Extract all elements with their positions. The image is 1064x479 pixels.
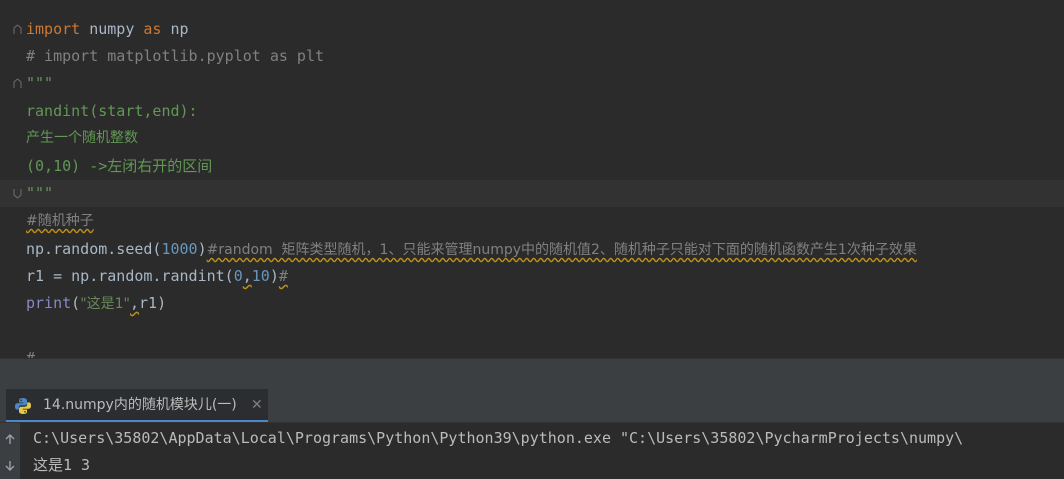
code-text: ) bbox=[157, 294, 167, 312]
number-literal: 0 bbox=[233, 267, 243, 285]
code-text: ( bbox=[71, 294, 81, 312]
keyword: as bbox=[143, 20, 162, 38]
panel-splitter[interactable] bbox=[0, 358, 1064, 390]
close-icon[interactable]: ✕ bbox=[251, 389, 263, 422]
python-icon bbox=[15, 398, 31, 414]
code-line[interactable]: # bbox=[0, 345, 1064, 358]
ide-window: import numpy as np # import matplotlib.p… bbox=[0, 0, 1064, 479]
keyword: import bbox=[26, 20, 81, 38]
comment: #random 矩阵类型随机，1、只能来管理numpy中的随机值2、随机种子只能… bbox=[206, 242, 917, 258]
code-line[interactable]: r1 = np.random.randint(0,10)# bbox=[0, 263, 1064, 290]
comment: #随机种子 bbox=[26, 213, 94, 229]
code-line[interactable]: randint(start,end): bbox=[0, 98, 1064, 125]
scroll-down-icon[interactable] bbox=[3, 459, 17, 473]
code-text: , bbox=[242, 267, 252, 285]
code-line[interactable]: (0,10) ->左闭右开的区间 bbox=[0, 153, 1064, 180]
code-line[interactable]: 产生一个随机整数 bbox=[0, 125, 1064, 152]
run-tab[interactable]: 14.numpy内的随机模块儿(一) ✕ bbox=[6, 389, 268, 422]
run-tool-window-tabs: 14.numpy内的随机模块儿(一) ✕ bbox=[0, 389, 1064, 423]
comment: # bbox=[278, 267, 288, 285]
code-text: np.random.seed( bbox=[26, 240, 162, 258]
comment: # bbox=[26, 349, 36, 358]
code-text: ) bbox=[197, 240, 207, 258]
code-line[interactable]: np.random.seed(1000)#random 矩阵类型随机，1、只能来… bbox=[0, 236, 1064, 263]
number-literal: 1000 bbox=[161, 240, 198, 258]
code-line[interactable]: """ bbox=[0, 70, 1064, 97]
run-console[interactable]: C:\Users\35802\AppData\Local\Programs\Py… bbox=[0, 423, 1064, 479]
number-literal: 10 bbox=[251, 267, 270, 285]
string-literal: "这是1" bbox=[80, 296, 130, 312]
code-line[interactable]: import numpy as np bbox=[0, 16, 1064, 43]
code-text: r1 = np.random.randint( bbox=[26, 267, 234, 285]
code-line[interactable]: print("这是1",r1) bbox=[0, 290, 1064, 317]
identifier: r1 bbox=[139, 294, 158, 312]
docstring: """ bbox=[26, 74, 54, 92]
console-toolbar bbox=[0, 423, 20, 479]
docstring: """ bbox=[26, 184, 54, 202]
console-output-line: 这是1 3 bbox=[33, 456, 91, 474]
identifier: numpy bbox=[80, 20, 144, 38]
code-line-current[interactable]: """ bbox=[0, 180, 1064, 207]
fold-marker-icon[interactable] bbox=[13, 78, 22, 89]
builtin-function: print bbox=[26, 294, 72, 312]
code-line[interactable] bbox=[0, 318, 1064, 345]
code-editor[interactable]: import numpy as np # import matplotlib.p… bbox=[0, 0, 1064, 358]
fold-marker-icon[interactable] bbox=[13, 24, 22, 35]
code-line[interactable]: # import matplotlib.pyplot as plt bbox=[0, 43, 1064, 70]
rerun-icon[interactable] bbox=[3, 432, 17, 446]
code-text: ) bbox=[269, 267, 279, 285]
code-line[interactable]: #随机种子 bbox=[0, 208, 1064, 235]
docstring: randint(start,end): bbox=[26, 102, 198, 120]
docstring: 产生一个随机整数 bbox=[26, 130, 138, 146]
console-output-line: C:\Users\35802\AppData\Local\Programs\Py… bbox=[33, 429, 964, 447]
identifier: np bbox=[161, 20, 189, 38]
comment: # import matplotlib.pyplot as plt bbox=[26, 47, 325, 65]
run-tab-label: 14.numpy内的随机模块儿(一) bbox=[43, 397, 237, 413]
docstring: (0,10) ->左闭右开的区间 bbox=[26, 157, 213, 175]
fold-marker-icon[interactable] bbox=[13, 188, 22, 199]
code-text: , bbox=[129, 294, 140, 312]
